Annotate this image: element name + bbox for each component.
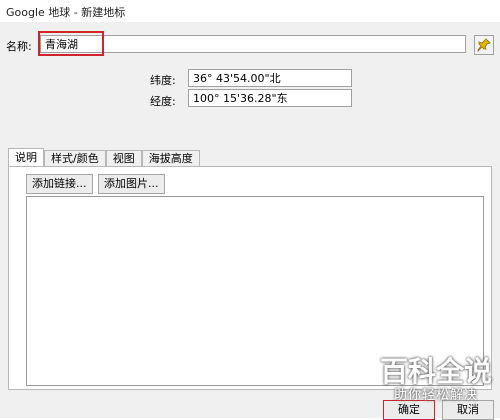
latitude-input[interactable] (188, 69, 352, 87)
add-link-button[interactable]: 添加链接... (26, 174, 93, 194)
pushpin-icon (477, 38, 491, 52)
cancel-button[interactable]: 取消 (442, 400, 494, 420)
tab-style-color[interactable]: 样式/颜色 (44, 150, 106, 166)
pushpin-style-button[interactable] (474, 35, 494, 55)
tab-description[interactable]: 说明 (8, 148, 44, 166)
name-input[interactable] (40, 35, 466, 53)
add-image-button[interactable]: 添加图片... (98, 174, 165, 194)
title-bar: Google 地球 - 新建地标 (0, 0, 500, 23)
description-textarea[interactable] (26, 196, 484, 386)
name-label: 名称: (6, 40, 32, 53)
latitude-label: 纬度: (150, 74, 176, 87)
longitude-input[interactable] (188, 89, 352, 107)
tab-view[interactable]: 视图 (105, 150, 142, 166)
longitude-label: 经度: (150, 95, 176, 108)
tab-bar: 说明 样式/颜色 视图 海拔高度 (8, 148, 200, 167)
window-title: Google 地球 - 新建地标 (6, 6, 126, 19)
tab-altitude[interactable]: 海拔高度 (141, 150, 200, 166)
ok-button[interactable]: 确定 (383, 400, 435, 420)
